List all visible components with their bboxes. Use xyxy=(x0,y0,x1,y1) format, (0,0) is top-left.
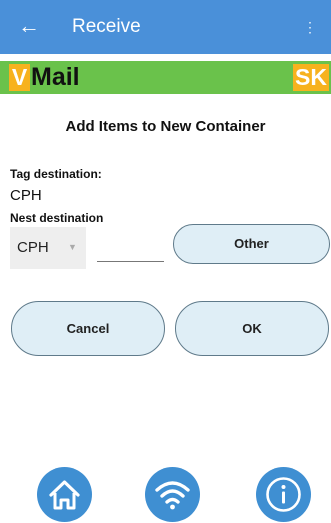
nest-destination-input[interactable] xyxy=(97,232,164,262)
other-button[interactable]: Other xyxy=(173,224,330,264)
nest-destination-selected: CPH xyxy=(17,239,49,256)
home-button[interactable] xyxy=(37,467,92,522)
nest-destination-select[interactable]: CPH ▼ xyxy=(10,227,86,269)
wifi-button[interactable] xyxy=(145,467,200,522)
home-icon xyxy=(49,480,80,510)
info-button[interactable] xyxy=(256,467,311,522)
overflow-menu-icon[interactable]: ⋮ xyxy=(303,17,317,37)
brand-banner: V Mail SK xyxy=(0,61,331,94)
app-bar: ← Receive ⋮ xyxy=(0,0,331,54)
brand-country-badge: SK xyxy=(293,64,329,91)
back-arrow-icon[interactable]: ← xyxy=(18,13,40,39)
ok-button[interactable]: OK xyxy=(175,301,329,356)
tag-destination-value: CPH xyxy=(10,187,42,204)
brand-logo-v: V xyxy=(9,64,30,91)
dropdown-caret-icon: ▼ xyxy=(68,242,77,252)
nest-destination-label: Nest destination xyxy=(10,211,104,225)
info-icon xyxy=(266,477,301,512)
tag-destination-label: Tag destination: xyxy=(10,167,102,181)
page-heading: Add Items to New Container xyxy=(65,118,266,135)
brand-logo-mail: Mail xyxy=(31,63,80,91)
cancel-button[interactable]: Cancel xyxy=(11,301,165,356)
app-bar-title: Receive xyxy=(72,16,141,37)
wifi-icon xyxy=(155,481,190,510)
